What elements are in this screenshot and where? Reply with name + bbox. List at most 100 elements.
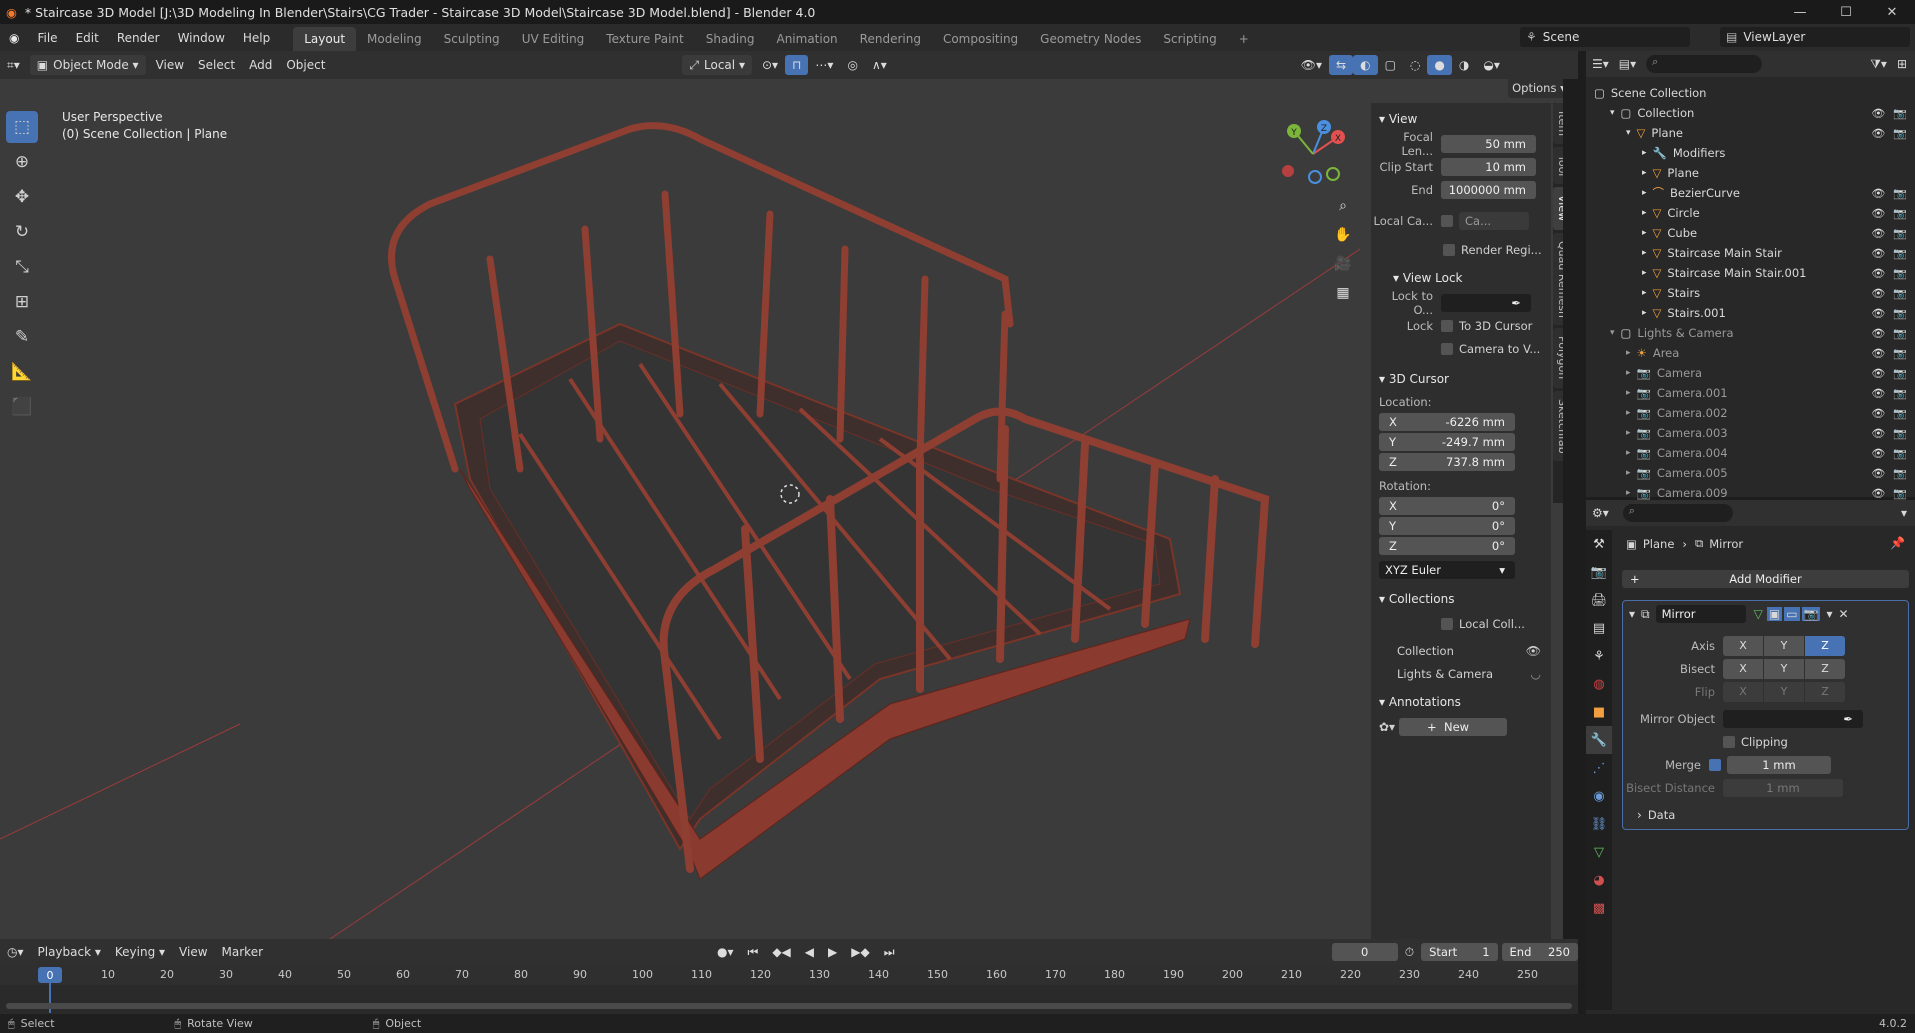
focal-length-field[interactable]: 50 mm (1441, 134, 1536, 153)
jump-start-icon[interactable]: ⏮ (741, 942, 766, 962)
render-region-checkbox[interactable] (1443, 243, 1455, 256)
lock-to-object-field[interactable]: ✒ (1441, 293, 1531, 312)
render-tab-icon[interactable]: 📷 (1586, 558, 1612, 586)
axis-x-toggle[interactable]: X (1723, 635, 1763, 656)
annotation-type-icon[interactable]: ✿▾ (1379, 720, 1395, 734)
menu-window[interactable]: Window (169, 31, 234, 45)
new-collection-icon[interactable]: ⊞ (1897, 57, 1907, 71)
camera-view-icon[interactable]: 🎥 (1330, 251, 1356, 277)
outliner-row[interactable]: ▸ ▽ Staircase Main Stair 👁 📷 (1586, 243, 1915, 263)
expand-arrow-icon[interactable]: ▸ (1626, 428, 1631, 438)
add-cube-tool-icon[interactable]: ⬛ (6, 391, 38, 423)
menu-marker[interactable]: Marker (215, 942, 270, 962)
cursor-location-y[interactable]: Y -249.7 mm (1379, 433, 1515, 451)
jump-keyframe-back-icon[interactable]: ◆◀ (765, 942, 797, 962)
expand-arrow-icon[interactable]: ▸ (1642, 288, 1647, 298)
eye-icon[interactable]: 👁 (1526, 644, 1541, 658)
visibility-icon[interactable]: 👁▾ (1294, 55, 1329, 75)
bisect-distance-field[interactable]: 1 mm (1723, 778, 1843, 797)
pan-hand-icon[interactable]: ✋ (1330, 222, 1356, 248)
mirror-eyedropper-icon[interactable]: ✒ (1843, 712, 1853, 726)
render-camera-icon[interactable]: 📷 (1893, 127, 1907, 140)
eye-icon[interactable]: 👁 (1871, 407, 1885, 420)
maximize-button[interactable]: ☐ (1823, 0, 1869, 24)
outliner-row[interactable]: ▸ ▽ Stairs.001 👁 📷 (1586, 303, 1915, 323)
tab-animation[interactable]: Animation (765, 27, 848, 51)
view-layer-tab-icon[interactable]: ▤ (1586, 614, 1612, 642)
texture-tab-icon[interactable]: ▩ (1586, 894, 1612, 922)
outliner-row[interactable]: ▸ 📷 Camera.005 👁 📷 (1586, 463, 1915, 483)
world-tab-icon[interactable]: ◍ (1586, 670, 1612, 698)
snap-icon[interactable]: ⊓ (785, 55, 809, 75)
timeline-editor-icon[interactable]: ◷▾ (0, 942, 31, 962)
tab-texture-paint[interactable]: Texture Paint (595, 27, 694, 51)
eye-icon[interactable]: 👁 (1871, 367, 1885, 380)
eye-icon[interactable]: 👁 (1871, 427, 1885, 440)
annotate-tool-icon[interactable]: ✎ (6, 321, 38, 353)
mirror-object-field[interactable]: ✒ (1723, 709, 1863, 728)
transform-orientation-dropdown[interactable]: ⤢ Local ▾ (682, 55, 752, 75)
expand-arrow-icon[interactable]: ▸ (1626, 408, 1631, 418)
render-camera-icon[interactable]: 📷 (1893, 227, 1907, 240)
tab-scripting[interactable]: Scripting (1152, 27, 1227, 51)
frame-ruler[interactable]: 10 20 30 40 50 60 70 80 90 100 110 120 130 140 150 160 1… (0, 965, 1578, 985)
expand-arrow-icon[interactable]: ▸ (1642, 308, 1647, 318)
3d-viewport[interactable]: ⬚ ⊕ ✥ ↻ ⤡ ⊞ ✎ 📐 ⬛ User Perspective (0) S… (0, 79, 1563, 939)
tab-modeling[interactable]: Modeling (356, 27, 433, 51)
options-button[interactable]: Options ▾ (1508, 79, 1563, 98)
merge-distance-field[interactable]: 1 mm (1727, 755, 1831, 774)
tab-compositing[interactable]: Compositing (932, 27, 1029, 51)
cursor-location-x[interactable]: X -6226 mm (1379, 413, 1515, 431)
jump-end-icon[interactable]: ⏭ (877, 942, 902, 962)
select-box-icon[interactable]: ⬚ (6, 111, 38, 143)
outliner-row[interactable]: ▸ ▽ Staircase Main Stair.001 👁 📷 (1586, 263, 1915, 283)
render-camera-icon[interactable]: 📷 (1893, 207, 1907, 220)
expand-arrow-icon[interactable]: ▸ (1626, 348, 1631, 358)
clip-end-field[interactable]: 1000000 mm (1441, 180, 1536, 199)
outliner-row[interactable]: ▸ ▽ Stairs 👁 📷 (1586, 283, 1915, 303)
menu-file[interactable]: File (28, 31, 66, 45)
outliner-row[interactable]: ▸ ▽ Cube 👁 📷 (1586, 223, 1915, 243)
navigation-gizmo[interactable]: X Z Y (1278, 119, 1348, 189)
outliner-editor-icon[interactable]: ☰▾ (1592, 57, 1609, 71)
tab-sketchfab[interactable]: Sketchfab (1553, 390, 1563, 462)
expand-arrow-icon[interactable]: ▸ (1626, 368, 1631, 378)
local-collections-checkbox[interactable] (1441, 617, 1453, 630)
add-modifier-button[interactable]: + Add Modifier (1622, 570, 1909, 588)
expand-arrow-icon[interactable]: ▸ (1626, 488, 1631, 498)
minimize-button[interactable]: — (1777, 0, 1823, 24)
timeline-scrollbar[interactable] (6, 1003, 1572, 1009)
render-camera-icon[interactable]: 📷 (1893, 387, 1907, 400)
menu-view[interactable]: View (149, 55, 191, 75)
measure-tool-icon[interactable]: 📐 (6, 356, 38, 388)
render-camera-icon[interactable]: 📷 (1893, 447, 1907, 460)
render-camera-icon[interactable]: 📷 (1893, 487, 1907, 500)
outliner-row[interactable]: ▸ ▽ Plane (1586, 163, 1915, 183)
eye-icon[interactable]: 👁 (1871, 207, 1885, 220)
pin-icon[interactable]: 📌 (1890, 536, 1905, 550)
auto-key-icon[interactable]: ●▾ (710, 942, 741, 962)
scale-tool-icon[interactable]: ⤡ (6, 251, 38, 283)
collection-item-lights-camera[interactable]: Lights & Camera ◡ (1371, 663, 1551, 684)
merge-checkbox[interactable] (1709, 758, 1721, 771)
object-tab-icon[interactable]: ■ (1586, 698, 1612, 726)
proportional-edit-icon[interactable]: ◎ (840, 55, 864, 75)
data-subpanel-header[interactable]: › Data (1623, 804, 1908, 825)
expand-arrow-icon[interactable]: ▸ (1642, 228, 1647, 238)
menu-object[interactable]: Object (279, 55, 332, 75)
tab-tool[interactable]: Tool (1553, 147, 1563, 185)
bisect-x-toggle[interactable]: X (1723, 658, 1763, 679)
tab-geometry-nodes[interactable]: Geometry Nodes (1029, 27, 1152, 51)
menu-playback[interactable]: Playback ▾ (31, 942, 108, 962)
edit-mode-toggle-icon[interactable]: ▽ (1754, 607, 1763, 621)
scene-selector[interactable]: ⚘ Scene (1520, 27, 1690, 47)
end-frame-field[interactable]: End 250 (1501, 943, 1578, 961)
view-layer-selector[interactable]: ▤ ViewLayer (1720, 27, 1910, 47)
eye-icon[interactable]: 👁 (1871, 447, 1885, 460)
expand-arrow-icon[interactable]: ▾ (1626, 128, 1631, 138)
jump-keyframe-forward-icon[interactable]: ▶◆ (844, 942, 876, 962)
outliner-row[interactable]: ▾ ▢ Lights & Camera 👁 📷 (1586, 323, 1915, 343)
outliner-row[interactable]: ▾ ▽ Plane 👁 📷 (1586, 123, 1915, 143)
gizmo-toggle-icon[interactable]: ⇆ (1329, 55, 1354, 75)
play-icon[interactable]: ▶ (821, 942, 844, 962)
